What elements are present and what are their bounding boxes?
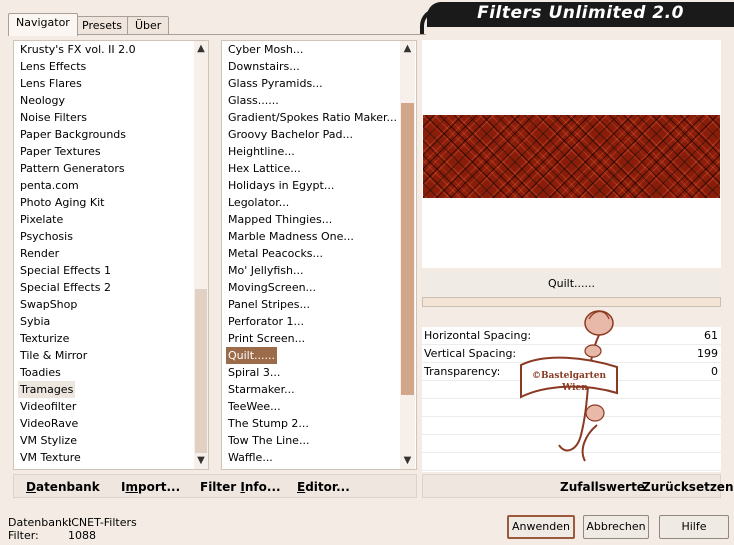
editor-button[interactable]: Editor... [297, 480, 350, 494]
filter-list-item[interactable]: Tow The Line... [228, 432, 309, 449]
title-banner: Filters Unlimited 2.0 [427, 2, 734, 27]
watermark-logo: ©Bastelgarten Wien [515, 305, 625, 465]
category-list-item[interactable]: Tramages [18, 381, 76, 398]
category-list-item[interactable]: Special Effects 2 [20, 279, 111, 296]
status-filter-label: Filter: [8, 529, 39, 542]
tab-navigator[interactable]: Navigator [8, 13, 78, 36]
param-value[interactable]: 61 [704, 327, 718, 345]
param-label: Transparency: [424, 365, 501, 378]
status-database-value: ICNET-Filters [68, 516, 137, 529]
category-list-item[interactable]: Lens Effects [20, 58, 86, 75]
status-filter-value: 1088 [68, 529, 96, 542]
category-list-item[interactable]: Sybia [20, 313, 50, 330]
category-list-item[interactable]: Pattern Generators [20, 160, 125, 177]
category-scroll-thumb[interactable] [195, 289, 207, 453]
import-button[interactable]: Import... [121, 480, 180, 494]
filter-list-item[interactable]: MovingScreen... [228, 279, 316, 296]
filter-list-item[interactable]: Waffle... [228, 449, 273, 466]
category-list-item[interactable]: Tile & Mirror [20, 347, 87, 364]
category-list-item[interactable]: Render [20, 245, 59, 262]
filter-list-item[interactable]: Perforator 1... [228, 313, 304, 330]
category-list-item[interactable]: VM Stylize [20, 432, 77, 449]
app-title: Filters Unlimited 2.0 [477, 3, 684, 23]
filter-list[interactable]: Cyber Mosh... Downstairs... Glass Pyramids… [221, 40, 417, 470]
filter-list-item[interactable]: Mapped Thingies... [228, 211, 332, 228]
filter-list-item[interactable]: Spiral 3... [228, 364, 280, 381]
flower-icon: ©Bastelgarten Wien [520, 310, 618, 462]
filter-list-item[interactable]: Heightline... [228, 143, 295, 160]
filter-list-item[interactable]: Downstairs... [228, 58, 300, 75]
category-list-item[interactable]: Special Effects 1 [20, 262, 111, 279]
tab-bar: Navigator Presets Über [8, 13, 428, 36]
category-list-item[interactable]: penta.com [20, 177, 79, 194]
filter-list-item[interactable]: Gradient/Spokes Ratio Maker... [228, 109, 397, 126]
left-button-bar: Datenbank Import... Filter Info... Edito… [13, 474, 417, 498]
filter-name-label: Quilt...... [422, 273, 721, 295]
cancel-button[interactable]: Abbrechen [583, 515, 649, 539]
chevron-up-icon[interactable]: ▲ [194, 41, 208, 57]
status-database-label: Datenbank: [8, 516, 73, 529]
category-list-item[interactable]: Toadies [20, 364, 61, 381]
filter-scrollbar[interactable]: ▲ ▼ [400, 41, 415, 469]
right-button-bar: Zufallswerte Zurücksetzen [422, 474, 733, 498]
random-values-button[interactable]: Zufallswerte [560, 480, 645, 494]
chevron-down-icon[interactable]: ▼ [400, 453, 415, 469]
tab-presets[interactable]: Presets [74, 16, 131, 35]
reset-button[interactable]: Zurücksetzen [642, 480, 733, 494]
filter-list-item[interactable]: Glass Pyramids... [228, 75, 323, 92]
category-list[interactable]: Krusty's FX vol. II 2.0 Lens Effects Lens … [13, 40, 209, 470]
filter-list-item[interactable]: Legolator... [228, 194, 289, 211]
category-list-item[interactable]: Noise Filters [20, 109, 87, 126]
filter-list-item[interactable]: Glass...... [228, 92, 279, 109]
category-list-item[interactable]: Neology [20, 92, 65, 109]
category-list-item[interactable]: Paper Textures [20, 143, 101, 160]
filter-list-item[interactable]: TeeWee... [228, 398, 281, 415]
category-list-item[interactable]: VideoRave [20, 415, 78, 432]
param-label: Vertical Spacing: [424, 347, 517, 360]
category-scrollbar[interactable]: ▲ ▼ [194, 41, 208, 469]
apply-button[interactable]: Anwenden [507, 515, 575, 539]
filter-list-item[interactable]: The Stump 2... [228, 415, 309, 432]
tab-ueber[interactable]: Über [127, 16, 170, 35]
category-list-item[interactable]: Krusty's FX vol. II 2.0 [20, 41, 136, 58]
filter-list-item[interactable]: Metal Peacocks... [228, 245, 323, 262]
category-list-item[interactable]: SwapShop [20, 296, 77, 313]
param-value[interactable]: 0 [711, 363, 718, 381]
category-list-item[interactable]: Videofilter [20, 398, 76, 415]
param-value[interactable]: 199 [697, 345, 718, 363]
filter-list-item[interactable]: Print Screen... [228, 330, 305, 347]
filter-list-item[interactable]: Mo' Jellyfish... [228, 262, 304, 279]
category-list-item[interactable]: Lens Flares [20, 75, 82, 92]
category-list-item[interactable]: Paper Backgrounds [20, 126, 126, 143]
category-list-item[interactable]: Texturize [20, 330, 69, 347]
datenbank-button[interactable]: Datenbank [26, 480, 100, 494]
chevron-down-icon[interactable]: ▼ [194, 453, 208, 469]
category-list-item[interactable]: VM Texture [20, 449, 81, 466]
filter-info-button[interactable]: Filter Info... [200, 480, 281, 494]
chevron-up-icon[interactable]: ▲ [400, 41, 415, 57]
filter-list-item[interactable]: Marble Madness One... [228, 228, 354, 245]
filter-list-item[interactable]: Hex Lattice... [228, 160, 301, 177]
filter-list-item[interactable]: Quilt...... [226, 347, 278, 364]
filter-list-item[interactable]: Holidays in Egypt... [228, 177, 334, 194]
watermark-text-line2: Wien [561, 383, 588, 393]
filter-list-item[interactable]: Panel Stripes... [228, 296, 310, 313]
category-list-item[interactable]: Psychosis [20, 228, 73, 245]
filter-scroll-thumb[interactable] [401, 103, 414, 395]
filter-list-item[interactable]: Groovy Bachelor Pad... [228, 126, 353, 143]
help-button[interactable]: Hilfe [659, 515, 729, 539]
filter-list-item[interactable]: Starmaker... [228, 381, 295, 398]
category-list-item[interactable]: Pixelate [20, 211, 63, 228]
watermark-text-line1: ©Bastelgarten [532, 371, 607, 381]
preview-image [423, 115, 720, 198]
filter-list-item[interactable]: Cyber Mosh... [228, 41, 303, 58]
category-list-item[interactable]: Photo Aging Kit [20, 194, 104, 211]
